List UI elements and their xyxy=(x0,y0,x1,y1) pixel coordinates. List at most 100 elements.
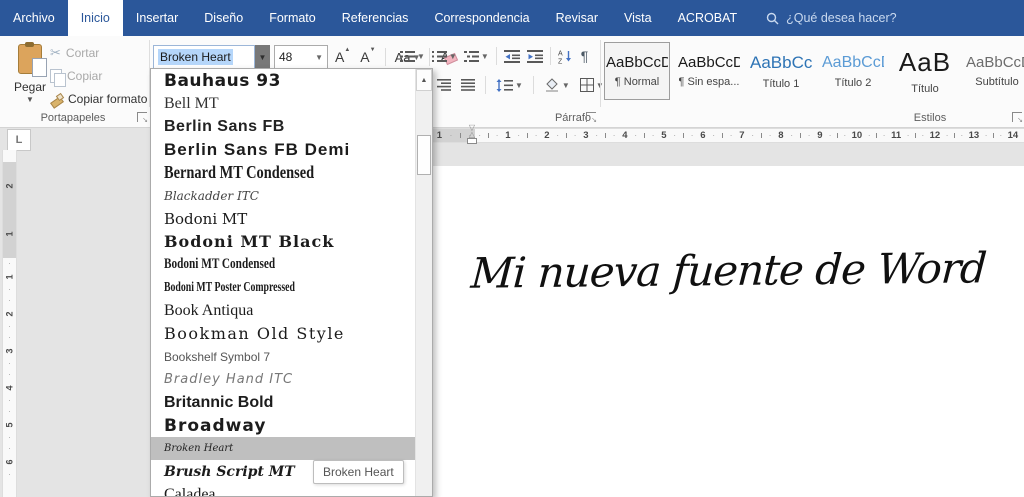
ruler-unit: ··8 xyxy=(748,129,787,142)
bullet-list-icon xyxy=(400,50,415,63)
cut-button[interactable]: ✂ Cortar xyxy=(50,44,147,62)
sort-button[interactable]: A Z xyxy=(556,47,575,66)
tab-vista[interactable]: Vista xyxy=(611,0,665,36)
font-item-britannic-bold[interactable]: Britannic Bold xyxy=(151,391,416,414)
indent-markers[interactable]: ▽ △ xyxy=(466,124,478,144)
font-item-broadway[interactable]: Broadway xyxy=(151,414,416,437)
word-window: ArchivoInicioInsertarDiseñoFormatoRefere… xyxy=(0,0,1024,497)
paragraph-dialog-launcher[interactable]: ↘ xyxy=(586,112,596,122)
tab-inicio[interactable]: Inicio xyxy=(68,0,123,36)
tab-stop-selector[interactable]: L xyxy=(7,129,31,151)
font-item-bodoni-mt-poster-compressed[interactable]: Bodoni MT Poster Compressed xyxy=(155,276,341,299)
font-item-berlin-sans-fb-demi[interactable]: Berlin Sans FB Demi xyxy=(151,138,416,161)
clipboard-group-label: Portapapeles xyxy=(18,112,128,124)
ruler-unit: ··12 xyxy=(904,129,943,142)
font-item-bernard-mt-condensed[interactable]: Bernard MT Condensed xyxy=(154,161,366,184)
numbered-list-icon xyxy=(432,50,447,63)
style-card-título[interactable]: AaBTítulo xyxy=(892,42,958,100)
multilevel-list-icon xyxy=(464,50,479,63)
style-card--normal[interactable]: AaBbCcDd¶ Normal xyxy=(604,42,670,100)
horizontal-ruler[interactable]: 1·· ··1··2··3··4··5··6··7··8··9··10··11·… xyxy=(433,128,1024,143)
font-item-bodoni-mt[interactable]: Bodoni MT xyxy=(151,207,416,230)
font-name-dropdown-button[interactable]: ▼ xyxy=(255,45,270,69)
svg-text:Z: Z xyxy=(558,58,563,64)
vertical-ruler[interactable]: 21 ·1··2··3··4··5··6· xyxy=(2,150,17,497)
font-item-blackadder-itc[interactable]: Blackadder ITC xyxy=(151,184,416,207)
numbering-button[interactable]: ▼ xyxy=(430,48,459,65)
tab-correspondencia[interactable]: Correspondencia xyxy=(421,0,542,36)
format-painter-button[interactable]: Copiar formato xyxy=(50,90,147,108)
ruler-unit: ··14 xyxy=(982,129,1021,142)
styles-dialog-launcher[interactable]: ↘ xyxy=(1012,112,1022,122)
font-item-bookshelf-symbol-7[interactable]: Bookshelf Symbol 7 xyxy=(151,345,416,368)
copy-icon xyxy=(50,69,62,83)
horizontal-ruler-units: ··1··2··3··4··5··6··7··8··9··10··11··12·… xyxy=(475,129,1021,142)
tab-formato[interactable]: Formato xyxy=(256,0,329,36)
font-list-scrollbar[interactable]: ▲ xyxy=(415,69,432,496)
tab-revisar[interactable]: Revisar xyxy=(543,0,611,36)
document-page[interactable]: Mi nueva fuente de Word xyxy=(433,166,1024,497)
font-item-bell-mt[interactable]: Bell MT xyxy=(151,92,416,115)
font-item-bodoni-mt-condensed[interactable]: Bodoni MT Condensed xyxy=(154,253,353,276)
format-painter-label: Copiar formato xyxy=(68,92,147,106)
font-item-bauhaus-93[interactable]: Bauhaus 93 xyxy=(151,69,416,92)
chevron-down-icon: ▼ xyxy=(315,53,323,62)
font-item-bookman-old-style[interactable]: Bookman Old Style xyxy=(151,322,416,345)
align-right-button[interactable] xyxy=(435,77,453,93)
clipboard-dialog-launcher[interactable]: ↘ xyxy=(137,112,147,122)
tab-referencias[interactable]: Referencias xyxy=(329,0,422,36)
font-size-combobox[interactable]: 48 ▼ xyxy=(274,45,328,69)
ruler-unit: ··9 xyxy=(787,129,826,142)
grow-font-button[interactable]: A▲ xyxy=(332,49,353,65)
chevron-down-icon[interactable]: ▼ xyxy=(26,95,34,104)
font-item-bradley-hand-itc[interactable]: Bradley Hand ITC xyxy=(151,368,416,391)
document-text: Mi nueva fuente de Word xyxy=(442,243,1016,298)
font-item-broken-heart[interactable]: Broken Heart xyxy=(151,437,416,460)
paint-bucket-icon xyxy=(544,78,560,92)
clipboard-paste-icon xyxy=(18,44,42,74)
ruler-unit: ··5 xyxy=(631,129,670,142)
increase-indent-icon xyxy=(527,50,543,63)
bullets-button[interactable]: ▼ xyxy=(398,48,427,65)
line-spacing-button[interactable]: ▼ xyxy=(494,77,525,94)
style-card-subtítulo[interactable]: AaBbCcDSubtítulo xyxy=(964,42,1024,100)
tab-insertar[interactable]: Insertar xyxy=(123,0,191,36)
scroll-up-button[interactable]: ▲ xyxy=(416,69,432,91)
ruler-unit: ··4 xyxy=(592,129,631,142)
ruler-unit: ··11 xyxy=(865,129,904,142)
scrollbar-thumb[interactable] xyxy=(417,135,431,175)
tab-diseño[interactable]: Diseño xyxy=(191,0,256,36)
font-item-caladea[interactable]: Caladea xyxy=(151,483,416,496)
font-name-combobox[interactable]: Broken Heart xyxy=(153,45,255,69)
tab-archivo[interactable]: Archivo xyxy=(0,0,68,36)
increase-indent-button[interactable] xyxy=(525,48,545,65)
justify-button[interactable] xyxy=(459,77,477,93)
font-name-value: Broken Heart xyxy=(158,49,233,65)
font-item-book-antiqua[interactable]: Book Antiqua xyxy=(151,299,416,322)
borders-button[interactable]: ▼ xyxy=(578,76,606,94)
style-card-título-2[interactable]: AaBbCcDTítulo 2 xyxy=(820,42,886,100)
decrease-indent-button[interactable] xyxy=(502,48,522,65)
tab-acrobat[interactable]: ACROBAT xyxy=(665,0,751,36)
style-card-título-1[interactable]: AaBbCcTítulo 1 xyxy=(748,42,814,100)
ribbon-tab-bar: ArchivoInicioInsertarDiseñoFormatoRefere… xyxy=(0,0,1024,36)
clipboard-actions: ✂ Cortar Copiar Copiar formato xyxy=(50,44,147,108)
vertical-ruler-margin: 21 xyxy=(3,162,16,258)
shading-button[interactable]: ▼ xyxy=(542,76,572,94)
align-right-icon xyxy=(437,79,451,91)
hanging-indent-marker[interactable]: △ xyxy=(466,131,478,138)
styles-group-label: Estilos xyxy=(890,112,970,124)
justify-icon xyxy=(461,79,475,91)
font-item-bodoni-mt-black[interactable]: Bodoni MT Black xyxy=(151,230,416,253)
ruler-unit: ··6 xyxy=(670,129,709,142)
font-list: Bauhaus 93Bell MTBerlin Sans FBBerlin Sa… xyxy=(151,69,416,496)
tell-me-search[interactable]: ¿Qué desea hacer? xyxy=(766,0,897,36)
scissors-icon: ✂ xyxy=(50,45,61,61)
multilevel-list-button[interactable]: ▼ xyxy=(462,48,491,65)
style-card--sin-espa-[interactable]: AaBbCcDd¶ Sin espa... xyxy=(676,42,742,100)
shrink-font-button[interactable]: A▼ xyxy=(357,49,378,65)
show-marks-button[interactable]: ¶ xyxy=(578,48,592,64)
font-item-berlin-sans-fb[interactable]: Berlin Sans FB xyxy=(151,115,416,138)
font-size-value: 48 xyxy=(279,50,292,64)
copy-button[interactable]: Copiar xyxy=(50,67,147,85)
